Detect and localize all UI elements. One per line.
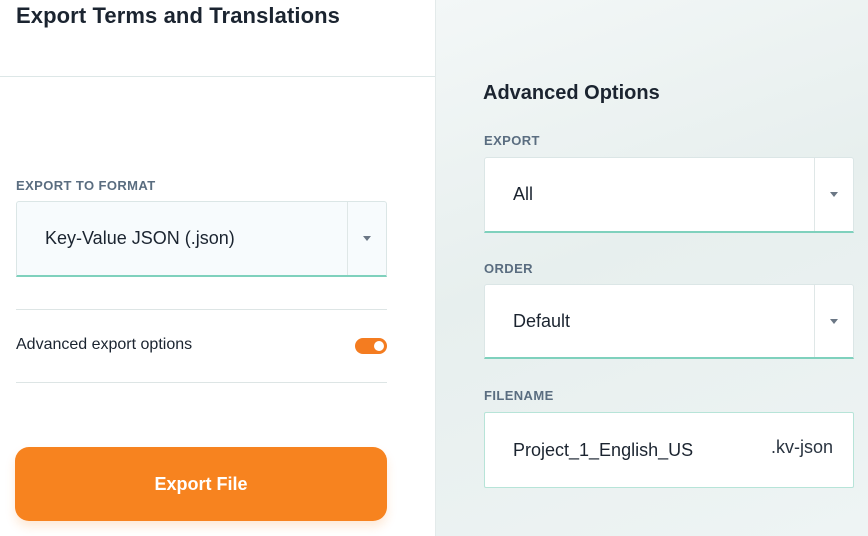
export-select-value: All (513, 184, 534, 204)
order-select-toggle[interactable] (814, 285, 853, 357)
export-select-toggle[interactable] (814, 158, 853, 231)
format-select-value: Key-Value JSON (.json) (45, 228, 235, 248)
export-file-button[interactable]: Export File (15, 447, 387, 521)
title-divider (0, 76, 435, 77)
format-select[interactable]: Key-Value JSON (.json) (16, 201, 387, 277)
order-select[interactable]: Default (484, 284, 854, 359)
divider (16, 382, 387, 383)
filename-extension: .kv-json (770, 437, 833, 457)
format-select-toggle[interactable] (347, 202, 386, 275)
chevron-down-icon (830, 192, 838, 197)
advanced-options-toggle[interactable] (355, 338, 387, 354)
export-panel: Export Terms and Translations EXPORT TO … (0, 0, 435, 536)
advanced-options-label: Advanced export options (16, 336, 193, 353)
page-title: Export Terms and Translations (16, 3, 341, 28)
export-label: EXPORT (484, 133, 540, 148)
format-label: EXPORT TO FORMAT (16, 178, 156, 193)
order-label: ORDER (484, 261, 533, 276)
filename-input[interactable]: Project_1_English_US .kv-json (484, 412, 854, 488)
order-select-value: Default (513, 310, 571, 331)
chevron-down-icon (830, 318, 838, 324)
toggle-knob (374, 341, 384, 351)
export-select[interactable]: All (484, 157, 854, 233)
filename-value[interactable]: Project_1_English_US (513, 413, 693, 487)
chevron-down-icon (363, 236, 371, 241)
advanced-options-title: Advanced Options (483, 82, 660, 104)
filename-label: FILENAME (484, 388, 554, 403)
divider (16, 309, 387, 310)
